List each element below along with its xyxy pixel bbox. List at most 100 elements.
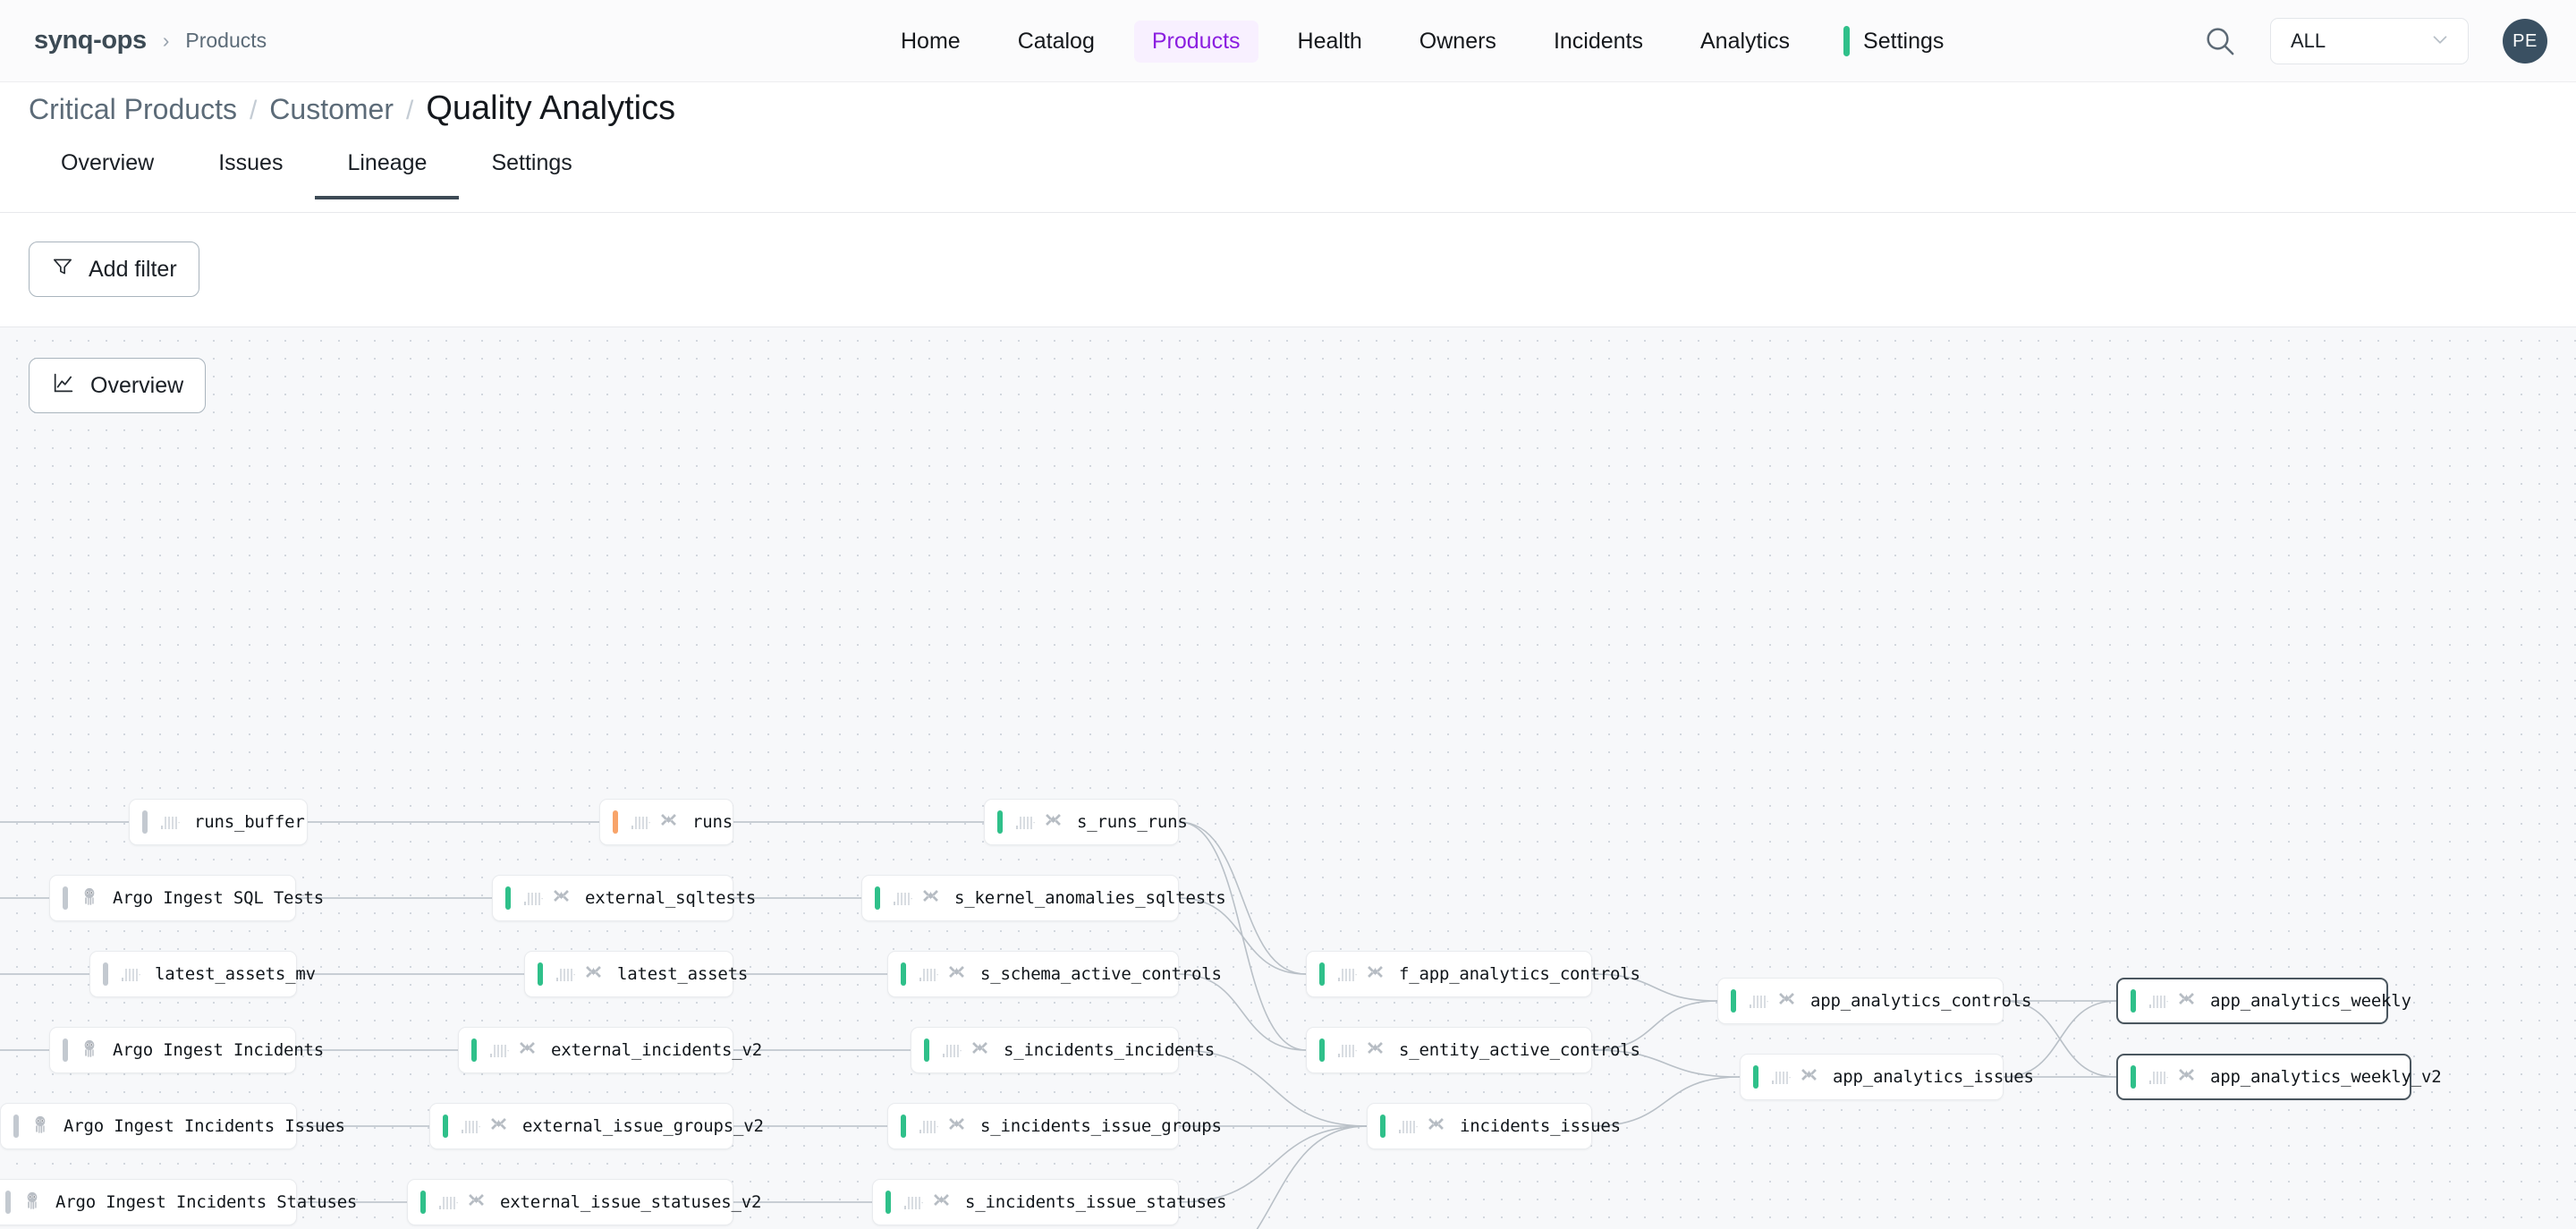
- lineage-node-external_incidents_v2[interactable]: external_incidents_v2: [458, 1027, 733, 1073]
- lineage-node-s_incidents_issue_statuses[interactable]: s_incidents_issue_statuses: [872, 1179, 1179, 1225]
- node-status-bar: [5, 1191, 11, 1214]
- dbt-logo-icon: [970, 1038, 989, 1062]
- node-status-bar: [505, 886, 511, 910]
- lineage-node-argo_ingest_incidents_statuses[interactable]: Argo Ingest Incidents Statuses: [0, 1179, 297, 1225]
- node-status-bar: [613, 810, 618, 834]
- overview-button[interactable]: Overview: [29, 358, 206, 413]
- lineage-node-external_issue_statuses_v2[interactable]: external_issue_statuses_v2: [407, 1179, 733, 1225]
- lineage-node-s_incidents_issue_groups[interactable]: s_incidents_issue_groups: [887, 1103, 1179, 1149]
- lineage-node-app_analytics_weekly_v2[interactable]: app_analytics_weekly_v2: [2116, 1054, 2411, 1100]
- node-status-bar: [103, 962, 108, 986]
- lineage-edge: [1179, 1126, 1367, 1229]
- dbt-logo-icon: [659, 810, 678, 834]
- dbt-logo-icon: [947, 962, 966, 986]
- tab-issues[interactable]: Issues: [186, 150, 315, 199]
- scope-select[interactable]: ALL: [2270, 18, 2469, 64]
- lineage-edge: [2004, 1001, 2116, 1077]
- bar-chart-icon: [461, 1117, 480, 1135]
- lineage-node-argo_ingest_incidents[interactable]: Argo Ingest Incidents: [49, 1027, 296, 1073]
- node-label: external_sqltests: [585, 888, 756, 908]
- breadcrumb: Critical Products / Customer / Quality A…: [29, 89, 675, 128]
- lineage-node-runs[interactable]: runs: [599, 799, 733, 845]
- bar-chart-icon: [523, 889, 543, 907]
- node-status-bar: [13, 1115, 19, 1138]
- node-label: s_runs_runs: [1077, 812, 1188, 832]
- nav-item-products[interactable]: Products: [1134, 21, 1258, 63]
- bar-chart-icon: [942, 1041, 962, 1059]
- app-logo-text[interactable]: synq-ops: [34, 26, 147, 55]
- filter-bar: Add filter: [0, 213, 2576, 327]
- lineage-node-s_entity_active_controls[interactable]: s_entity_active_controls: [1306, 1027, 1592, 1073]
- node-label: app_analytics_weekly: [2210, 991, 2411, 1011]
- brand-breadcrumb: synq-ops › Products: [34, 26, 267, 55]
- node-label: Argo Ingest Incidents Issues: [64, 1116, 345, 1136]
- bar-chart-icon: [919, 1117, 938, 1135]
- node-status-bar: [1319, 1038, 1325, 1062]
- primary-nav-links: Home Catalog Products Health Owners Inci…: [872, 0, 1962, 82]
- dbt-logo-icon: [1366, 962, 1385, 986]
- lineage-node-argo_ingest_sql_tests[interactable]: Argo Ingest SQL Tests: [49, 875, 296, 921]
- bar-chart-icon: [1337, 965, 1357, 983]
- node-status-bar: [875, 886, 880, 910]
- nav-item-incidents[interactable]: Incidents: [1536, 21, 1661, 63]
- lineage-node-app_analytics_controls[interactable]: app_analytics_controls: [1717, 978, 2004, 1024]
- dbt-logo-icon: [1366, 1038, 1385, 1062]
- tab-overview[interactable]: Overview: [29, 150, 186, 199]
- breadcrumb-separator-1: /: [250, 96, 257, 126]
- lineage-node-runs_buffer[interactable]: runs_buffer: [129, 799, 308, 845]
- bar-chart-icon: [121, 965, 140, 983]
- nav-item-health[interactable]: Health: [1280, 21, 1380, 63]
- lineage-node-latest_assets[interactable]: latest_assets: [524, 951, 733, 997]
- nav-item-catalog[interactable]: Catalog: [1000, 21, 1113, 63]
- bar-chart-icon: [2148, 1068, 2168, 1086]
- dbt-logo-icon: [489, 1115, 508, 1138]
- bar-chart-icon: [893, 889, 912, 907]
- node-status-bar: [901, 962, 906, 986]
- lineage-node-app_analytics_issues[interactable]: app_analytics_issues: [1740, 1054, 2004, 1100]
- node-label: Argo Ingest Incidents: [113, 1040, 324, 1060]
- top-navigation-bar: synq-ops › Products Home Catalog Product…: [0, 0, 2576, 82]
- lineage-node-external_sqltests[interactable]: external_sqltests: [492, 875, 733, 921]
- add-filter-button[interactable]: Add filter: [29, 242, 199, 297]
- node-label: app_analytics_issues: [1833, 1067, 2034, 1087]
- search-icon[interactable]: [2202, 23, 2238, 59]
- lineage-node-s_runs_runs[interactable]: s_runs_runs: [984, 799, 1179, 845]
- add-filter-label: Add filter: [89, 257, 177, 283]
- lineage-node-s_incidents_incidents[interactable]: s_incidents_incidents: [911, 1027, 1179, 1073]
- breadcrumb-customer[interactable]: Customer: [269, 93, 394, 126]
- dbt-logo-icon: [518, 1038, 537, 1062]
- tab-lineage[interactable]: Lineage: [315, 150, 459, 199]
- node-label: Argo Ingest SQL Tests: [113, 888, 324, 908]
- breadcrumb-critical-products[interactable]: Critical Products: [29, 93, 237, 126]
- lineage-node-argo_ingest_incidents_issues[interactable]: Argo Ingest Incidents Issues: [0, 1103, 297, 1149]
- dbt-logo-icon: [584, 962, 603, 986]
- nav-item-settings[interactable]: Settings: [1863, 21, 1962, 63]
- lineage-node-external_issue_groups_v2[interactable]: external_issue_groups_v2: [429, 1103, 733, 1149]
- tab-settings[interactable]: Settings: [459, 150, 604, 199]
- node-status-bar: [443, 1115, 448, 1138]
- node-status-bar: [1380, 1115, 1385, 1138]
- lineage-node-incidents_issues[interactable]: incidents_issues: [1367, 1103, 1592, 1149]
- node-label: app_analytics_weekly_v2: [2210, 1067, 2442, 1087]
- node-status-bar: [901, 1115, 906, 1138]
- node-label: s_incidents_issue_groups: [980, 1116, 1222, 1136]
- lineage-node-f_app_analytics_controls[interactable]: f_app_analytics_controls: [1306, 951, 1592, 997]
- node-label: latest_assets_mv: [155, 964, 316, 984]
- nav-item-owners[interactable]: Owners: [1402, 21, 1514, 63]
- node-status-bar: [1319, 962, 1325, 986]
- lineage-node-latest_assets_mv[interactable]: latest_assets_mv: [89, 951, 297, 997]
- avatar[interactable]: PE: [2503, 19, 2547, 64]
- lineage-node-s_kernel_anomalies_sqltests[interactable]: s_kernel_anomalies_sqltests: [861, 875, 1179, 921]
- nav-item-home[interactable]: Home: [883, 21, 979, 63]
- brand-breadcrumb-products[interactable]: Products: [185, 29, 267, 53]
- nav-item-analytics[interactable]: Analytics: [1682, 21, 1808, 63]
- dbt-logo-icon: [1800, 1065, 1818, 1089]
- node-status-bar: [63, 1038, 68, 1062]
- node-label: s_incidents_issue_statuses: [965, 1192, 1226, 1212]
- node-status-bar: [471, 1038, 477, 1062]
- lineage-node-s_schema_active_controls[interactable]: s_schema_active_controls: [887, 951, 1179, 997]
- lineage-node-app_analytics_weekly[interactable]: app_analytics_weekly: [2116, 978, 2388, 1024]
- dbt-logo-icon: [921, 886, 940, 910]
- dbt-logo-icon: [1777, 989, 1796, 1013]
- lineage-canvas[interactable]: Overview runs_buffer Argo Ingest SQL Test…: [0, 327, 2576, 1229]
